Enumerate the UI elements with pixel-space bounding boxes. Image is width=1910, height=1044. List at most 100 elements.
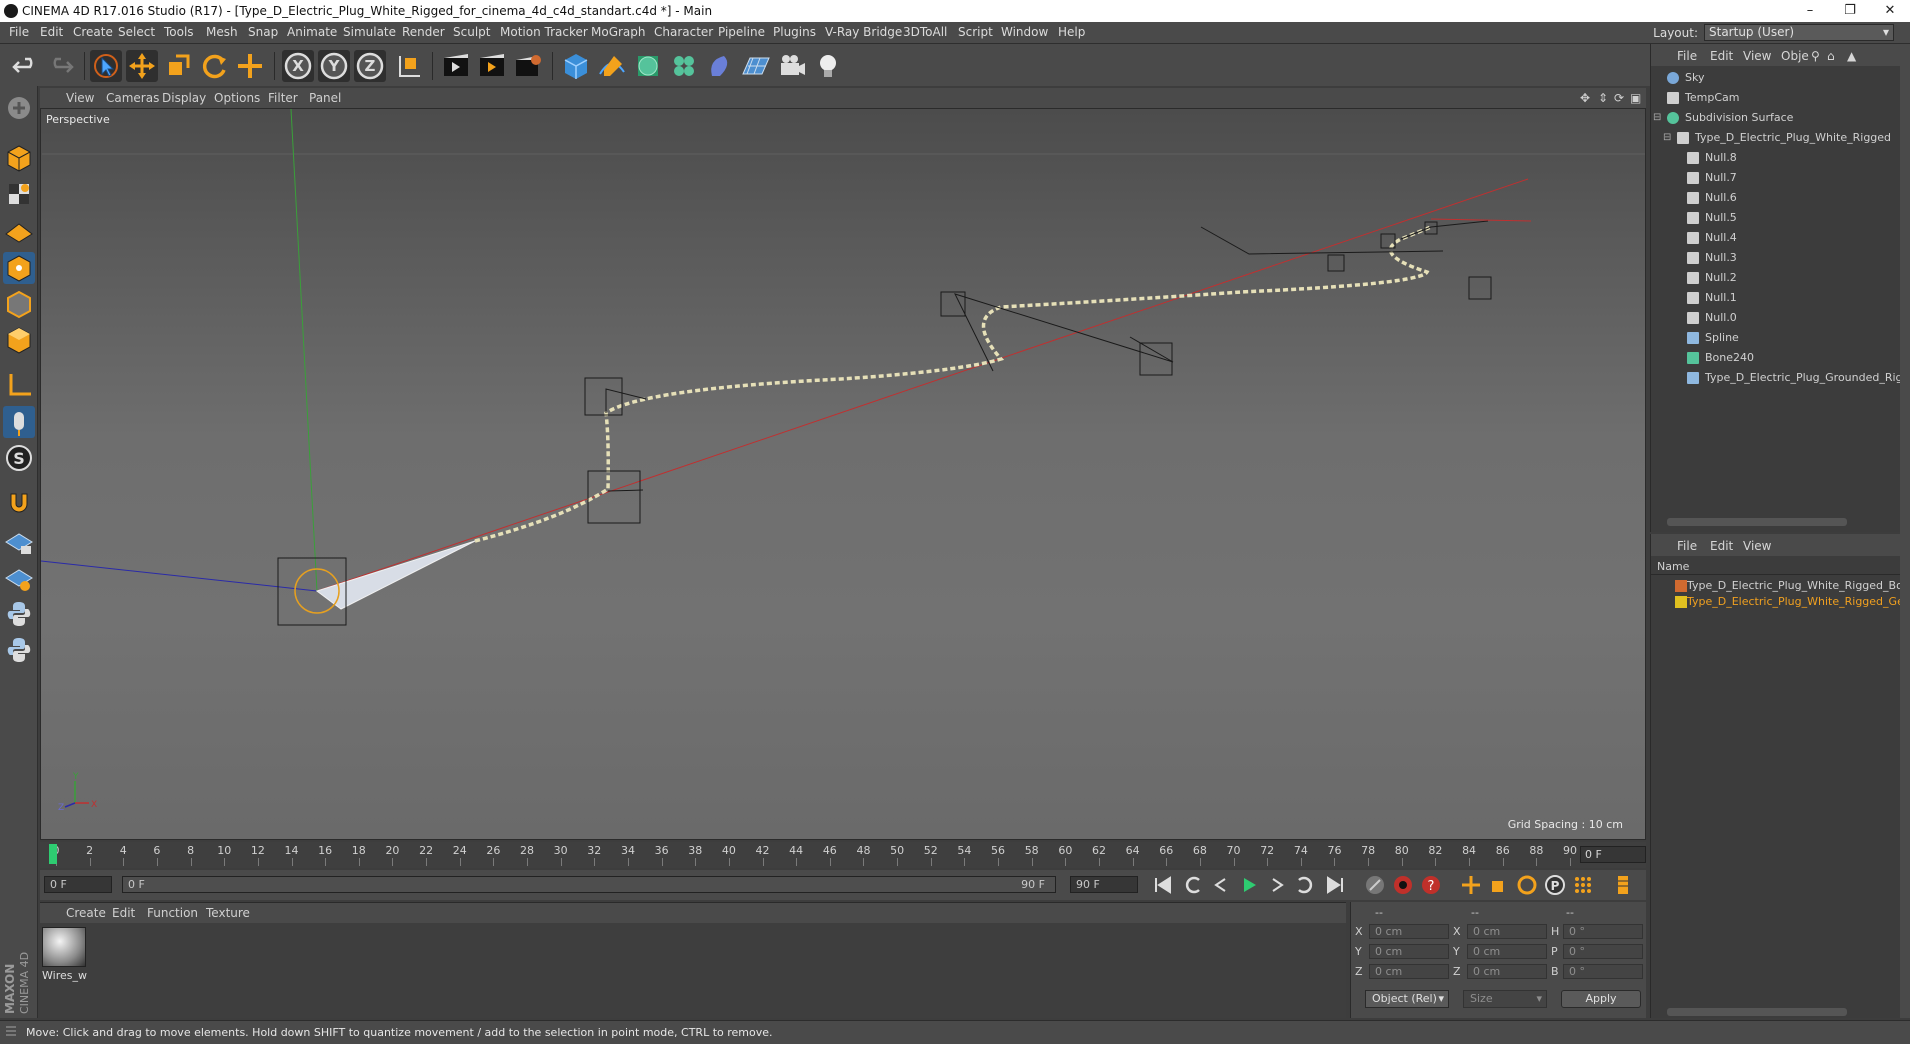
object-row[interactable]: TempCam [1651,88,1900,108]
texture-mode-icon[interactable] [3,178,35,210]
object-row[interactable]: Null.6 [1651,188,1900,208]
render-picture-viewer-icon[interactable] [476,50,508,82]
object-manager-scrollbar[interactable] [1667,518,1847,526]
menu-motion-tracker[interactable]: Motion Tracker [500,25,588,39]
menu-vray-bridge[interactable]: V-Ray Bridge [825,25,902,39]
viewport-menu-options[interactable]: Options [214,91,260,105]
play-icon[interactable] [1236,873,1262,897]
object-row[interactable]: Null.2 [1651,268,1900,288]
end-frame-field[interactable]: 90 F [1070,876,1138,893]
take-manager-scrollbar[interactable] [1667,1008,1847,1016]
size-x-field[interactable]: 0 cm [1467,924,1547,939]
object-row[interactable]: Type_D_Electric_Plug_Grounded_Rig [1651,368,1900,388]
side-tab-strip[interactable] [1900,44,1910,1018]
edges-mode-icon[interactable] [3,288,35,320]
move-key-icon[interactable] [1458,873,1484,897]
menu-select[interactable]: Select [118,25,155,39]
viewport-move-icon[interactable]: ✥ [1580,91,1590,105]
menu-file[interactable]: File [9,25,29,39]
material-menu-texture[interactable]: Texture [206,906,250,920]
minimize-button[interactable]: – [1790,0,1830,22]
menu-tools[interactable]: Tools [164,25,194,39]
tweak-mode-icon[interactable] [3,406,35,438]
current-frame-field[interactable]: 0 F [1580,846,1646,863]
object-row[interactable]: Null.1 [1651,288,1900,308]
move-icon[interactable] [126,50,158,82]
tm-menu-file[interactable]: File [1677,539,1697,553]
param-key-icon[interactable]: P [1542,873,1568,897]
menu-edit[interactable]: Edit [40,25,63,39]
rotation-h-field[interactable]: 0 ° [1563,924,1643,939]
object-row[interactable]: Null.7 [1651,168,1900,188]
last-tool-icon[interactable] [234,50,266,82]
menu-script[interactable]: Script [958,25,993,39]
menu-animate[interactable]: Animate [287,25,337,39]
search-icon[interactable]: ⚲ [1811,49,1820,63]
menu-help[interactable]: Help [1058,25,1085,39]
goto-end-icon[interactable] [1322,873,1348,897]
menu-create[interactable]: Create [73,25,113,39]
x-axis-icon[interactable]: X [282,50,314,82]
filter-icon[interactable]: ▲ [1847,49,1856,63]
menu-sculpt[interactable]: Sculpt [453,25,490,39]
3d-viewport[interactable]: Perspective Y X Z Grid Spacing : 10 cm [40,108,1646,840]
undo-icon[interactable] [10,50,42,82]
layer-row[interactable]: Type_D_Electric_Plug_White_Rigged_Ge [1651,592,1900,612]
expand-icon[interactable]: ⊟ [1653,108,1661,128]
menu-snap[interactable]: Snap [248,25,278,39]
playhead-marker[interactable] [49,844,57,864]
render-view-icon[interactable] [440,50,472,82]
menu-plugins[interactable]: Plugins [773,25,816,39]
position-y-field[interactable]: 0 cm [1369,944,1449,959]
om-menu-edit[interactable]: Edit [1710,49,1733,63]
model-mode-icon[interactable] [3,142,35,174]
object-row[interactable]: Bone240 [1651,348,1900,368]
menu-mograph[interactable]: MoGraph [591,25,646,39]
menu-window[interactable]: Window [1001,25,1048,39]
object-row[interactable]: Null.0 [1651,308,1900,328]
timeline-icon[interactable] [1610,873,1636,897]
menu-mesh[interactable]: Mesh [206,25,238,39]
edit-render-settings-icon[interactable] [512,50,544,82]
object-row[interactable]: Null.5 [1651,208,1900,228]
polygons-mode-icon[interactable] [3,324,35,356]
menu-simulate[interactable]: Simulate [343,25,396,39]
tm-menu-view[interactable]: View [1743,539,1771,553]
autokey-icon[interactable] [1390,873,1416,897]
make-editable-icon[interactable] [3,92,35,124]
home-icon[interactable]: ⌂ [1827,49,1835,63]
object-row[interactable]: ⊟ Type_D_Electric_Plug_White_Rigged [1651,128,1900,148]
points-mode-icon[interactable] [3,252,35,284]
soft-selection-icon[interactable]: S [3,442,35,474]
object-row[interactable]: Null.3 [1651,248,1900,268]
om-menu-objects[interactable]: Obje [1781,49,1809,63]
viewport-zoom-icon[interactable]: ⇕ [1598,91,1608,105]
menu-3dtoall[interactable]: 3DToAll [903,25,947,39]
keyframe-help-icon[interactable]: ? [1418,873,1444,897]
viewport-menu-panel[interactable]: Panel [309,91,341,105]
object-row[interactable]: ⊟ Subdivision Surface [1651,108,1900,128]
object-row[interactable]: Spline [1651,328,1900,348]
size-y-field[interactable]: 0 cm [1467,944,1547,959]
rotate-key-icon[interactable] [1514,873,1540,897]
menu-character[interactable]: Character [654,25,713,39]
maximize-button[interactable]: ❐ [1830,0,1870,22]
viewport-menu-view[interactable]: View [66,91,94,105]
start-frame-field[interactable]: 0 F [44,876,112,893]
close-button[interactable]: ✕ [1870,0,1910,22]
object-row[interactable]: Sky [1651,68,1900,88]
cube-icon[interactable] [560,50,592,82]
viewport-maximize-icon[interactable]: ▣ [1630,91,1641,105]
material-menu-edit[interactable]: Edit [112,906,135,920]
viewport-menu-filter[interactable]: Filter [268,91,298,105]
om-menu-file[interactable]: File [1677,49,1697,63]
pla-key-icon[interactable] [1570,873,1596,897]
step-back-icon[interactable] [1208,873,1234,897]
viewport-menu-cameras[interactable]: Cameras [106,91,159,105]
axis-mode-icon[interactable] [3,370,35,402]
viewport-menu-display[interactable]: Display [162,91,206,105]
object-row[interactable]: Null.8 [1651,148,1900,168]
light-icon[interactable] [812,50,844,82]
material-swatch[interactable] [42,927,86,967]
workplane-mode-icon[interactable] [3,214,35,246]
